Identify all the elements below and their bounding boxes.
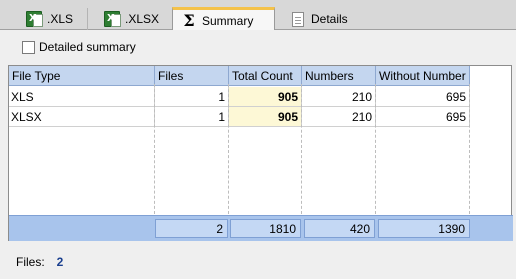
total-count: 1810 xyxy=(230,219,301,238)
cell-without-number: 695 xyxy=(376,107,470,127)
total-numbers: 420 xyxy=(304,219,375,238)
tab-xlsx-label: .XLSX xyxy=(125,12,160,26)
column-header-total-count[interactable]: Total Count xyxy=(229,66,302,86)
column-header-file-type[interactable]: File Type xyxy=(9,66,155,86)
column-header-without-number[interactable]: Without Number xyxy=(376,66,470,86)
tab-xls-label: .XLS xyxy=(47,12,74,26)
status-bar: Files: 2 xyxy=(16,254,63,270)
summary-table: File Type Files Total Count Numbers With… xyxy=(8,65,513,241)
tab-xls[interactable]: .XLS xyxy=(18,8,88,30)
table-totals-row: 2 1810 420 1390 xyxy=(9,215,513,241)
detailed-summary-option[interactable]: Detailed summary xyxy=(22,39,136,55)
tab-summary[interactable]: Σ Summary xyxy=(172,7,275,31)
files-count: 2 xyxy=(56,255,64,269)
column-divider xyxy=(375,84,376,214)
document-icon xyxy=(292,11,304,27)
column-header-numbers[interactable]: Numbers xyxy=(302,66,376,86)
table-header: File Type Files Total Count Numbers With… xyxy=(9,66,470,86)
tab-xlsx[interactable]: .XLSX xyxy=(96,8,174,30)
files-label: Files: xyxy=(16,255,45,269)
detailed-summary-checkbox[interactable] xyxy=(22,40,35,54)
column-divider xyxy=(228,84,229,214)
total-without-number: 1390 xyxy=(378,219,470,238)
cell-numbers: 210 xyxy=(302,87,376,107)
table-row[interactable]: XLS 1 905 210 695 xyxy=(9,87,470,107)
tab-summary-label: Summary xyxy=(202,13,254,28)
total-files: 2 xyxy=(155,219,228,238)
cell-total-count: 905 xyxy=(229,87,302,107)
column-divider xyxy=(154,84,155,214)
tab-details-label: Details xyxy=(311,12,348,26)
cell-without-number: 695 xyxy=(376,87,470,107)
cell-file-type: XLS xyxy=(9,87,155,107)
detailed-summary-label: Detailed summary xyxy=(39,40,136,54)
excel-file-icon xyxy=(26,11,43,27)
column-divider xyxy=(301,84,302,214)
cell-total-count: 905 xyxy=(229,107,302,127)
cell-files: 1 xyxy=(155,87,229,107)
tab-strip: .XLS .XLSX Σ Summary Details xyxy=(0,0,516,31)
cell-numbers: 210 xyxy=(302,107,376,127)
excel-file-icon xyxy=(104,11,121,27)
cell-files: 1 xyxy=(155,107,229,127)
column-divider xyxy=(469,84,470,214)
tab-details[interactable]: Details xyxy=(284,8,364,30)
sigma-icon: Σ xyxy=(183,10,195,30)
cell-file-type: XLSX xyxy=(9,107,155,127)
column-header-files[interactable]: Files xyxy=(155,66,229,86)
table-row[interactable]: XLSX 1 905 210 695 xyxy=(9,107,470,127)
